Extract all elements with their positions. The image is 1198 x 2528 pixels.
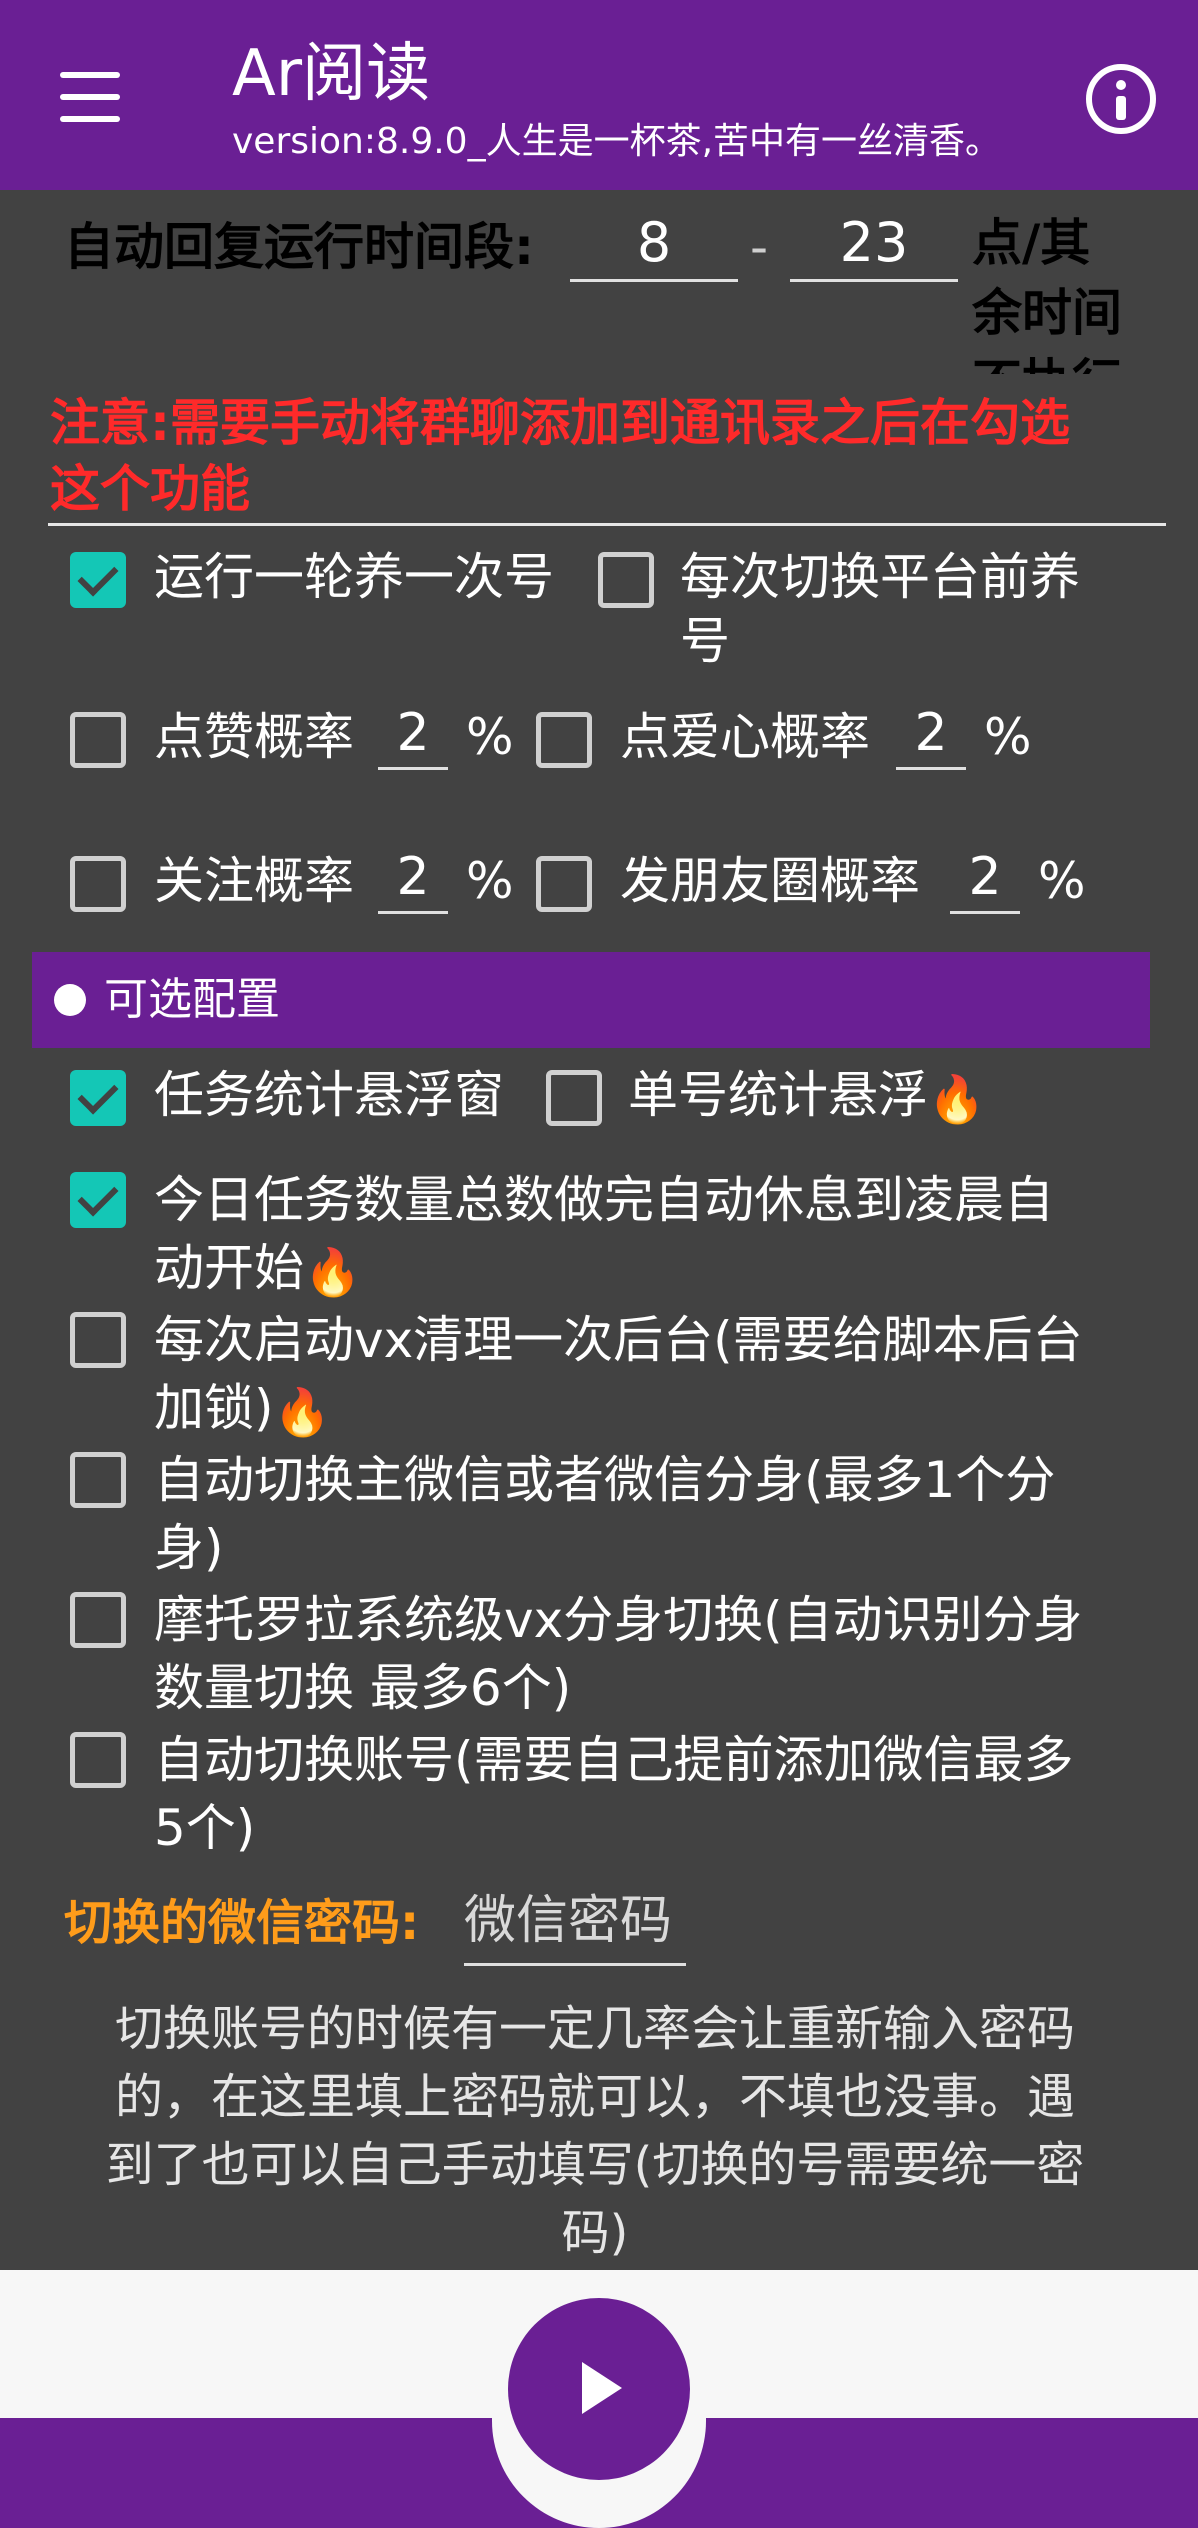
app-subtitle: version:8.9.0_人生是一杯茶,苦中有一丝清香。 — [232, 121, 1002, 162]
app-title: Ar阅读 — [232, 37, 431, 111]
before-switch-checkbox[interactable] — [598, 552, 654, 608]
like-unit: % — [466, 708, 514, 766]
like-checkbox[interactable] — [70, 712, 126, 768]
rest-after-done-checkbox[interactable] — [70, 1172, 126, 1228]
info-icon[interactable] — [1086, 64, 1156, 134]
before-switch-label-line1: 每次切换平台前养 — [680, 548, 1080, 606]
run-once-checkbox[interactable] — [70, 552, 126, 608]
moments-rate-input[interactable]: 2 — [950, 842, 1020, 914]
fire-icon: 🔥 — [273, 1384, 331, 1439]
fire-icon: 🔥 — [304, 1244, 362, 1299]
task-stats-label: 任务统计悬浮窗 — [154, 1066, 504, 1124]
optional-config-title: 可选配置 — [104, 974, 280, 1025]
switch-account-line1: 自动切换账号(需要自己提前添加微信最多 — [154, 1731, 1074, 1789]
follow-rate-input[interactable]: 2 — [378, 842, 448, 914]
auto-reply-suffix-line2: 余时间 — [972, 284, 1122, 342]
clean-background-row2: 加锁)🔥 — [154, 1374, 331, 1446]
single-stats-row: 单号统计悬浮🔥 — [628, 1062, 985, 1132]
love-checkbox[interactable] — [536, 712, 592, 768]
clean-background-line2: 加锁) — [154, 1379, 274, 1437]
rest-after-done-line2: 动开始 — [154, 1239, 304, 1297]
moments-label: 发朋友圈概率 — [620, 852, 920, 910]
task-stats-checkbox[interactable] — [70, 1070, 126, 1126]
hint-line2: 的，在这里填上密码就可以，不填也没事。遇 — [114, 2069, 1075, 2125]
rest-after-done-row2: 动开始🔥 — [154, 1234, 361, 1306]
single-stats-label: 单号统计悬浮 — [628, 1066, 928, 1124]
auto-reply-suffix-line3: 不执行 — [972, 348, 1162, 374]
like-label: 点赞概率 — [154, 708, 354, 766]
app-bar: Ar阅读 version:8.9.0_人生是一杯茶,苦中有一丝清香。 — [0, 0, 1198, 190]
menu-icon[interactable] — [56, 70, 124, 126]
password-input[interactable]: 微信密码 — [464, 1880, 686, 1966]
run-once-label: 运行一轮养一次号 — [154, 548, 554, 606]
before-switch-label-line2: 号 — [680, 612, 730, 670]
clean-background-line1: 每次启动vx清理一次后台(需要给脚本后台 — [154, 1311, 1083, 1369]
auto-reply-start-input[interactable]: 8 — [570, 208, 738, 282]
password-label: 切换的微信密码: — [64, 1895, 420, 1951]
divider — [48, 523, 1166, 526]
love-rate-input[interactable]: 2 — [896, 698, 966, 770]
switch-clone-line1: 自动切换主微信或者微信分身(最多1个分 — [154, 1451, 1056, 1509]
auto-reply-label: 自动回复运行时间段: — [64, 218, 534, 276]
motorola-clone-line2: 数量切换 最多6个) — [154, 1659, 572, 1717]
switch-account-line2: 5个) — [154, 1799, 256, 1857]
switch-clone-line2: 身) — [154, 1519, 224, 1577]
auto-reply-suffix: 点/其 余时间 不执行 — [972, 208, 1162, 374]
bullet-icon — [54, 984, 86, 1016]
hint-line3: 到了也可以自己手动填写(切换的号需要统一密 — [105, 2137, 1085, 2193]
password-hint: 切换账号的时候有一定几率会让重新输入密码 的，在这里填上密码就可以，不填也没事。… — [40, 1995, 1150, 2267]
hint-line1: 切换账号的时候有一定几率会让重新输入密码 — [114, 2001, 1075, 2057]
single-stats-checkbox[interactable] — [546, 1070, 602, 1126]
auto-reply-end-input[interactable]: 23 — [790, 208, 958, 282]
follow-checkbox[interactable] — [70, 856, 126, 912]
rest-after-done-line1: 今日任务数量总数做完自动休息到凌晨自 — [154, 1171, 1054, 1229]
notice-line2: 这个功能 — [50, 460, 250, 518]
auto-reply-suffix-line1: 点/其 — [972, 214, 1091, 272]
love-label: 点爱心概率 — [620, 708, 870, 766]
like-rate-input[interactable]: 2 — [378, 698, 448, 770]
time-separator: - — [750, 218, 769, 276]
play-button[interactable] — [508, 2298, 690, 2480]
follow-unit: % — [466, 852, 514, 910]
moments-unit: % — [1038, 852, 1086, 910]
switch-account-checkbox[interactable] — [70, 1732, 126, 1788]
optional-config-header: 可选配置 — [32, 952, 1150, 1048]
moments-checkbox[interactable] — [536, 856, 592, 912]
play-icon — [582, 2362, 622, 2414]
follow-label: 关注概率 — [154, 852, 354, 910]
switch-clone-checkbox[interactable] — [70, 1452, 126, 1508]
clean-background-checkbox[interactable] — [70, 1312, 126, 1368]
hint-line4: 码) — [561, 2205, 629, 2261]
notice-line1: 注意:需要手动将群聊添加到通讯录之后在勾选 — [50, 394, 1070, 452]
fire-icon: 🔥 — [928, 1071, 986, 1126]
motorola-clone-line1: 摩托罗拉系统级vx分身切换(自动识别分身 — [154, 1591, 1083, 1649]
love-unit: % — [984, 708, 1032, 766]
motorola-clone-checkbox[interactable] — [70, 1592, 126, 1648]
